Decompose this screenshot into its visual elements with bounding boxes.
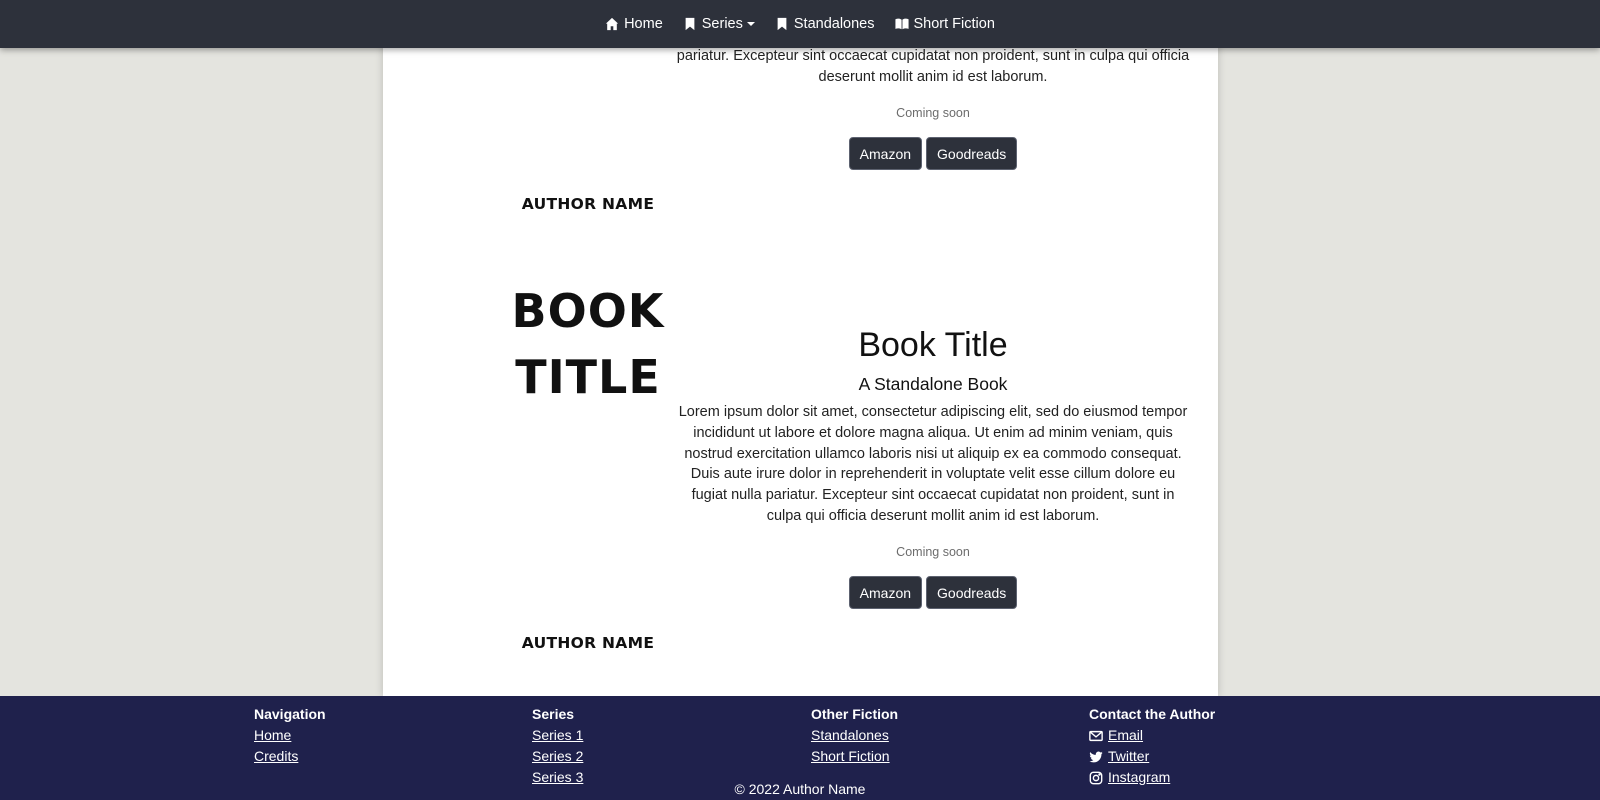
nav-series-dropdown[interactable]: Series bbox=[673, 16, 765, 32]
goodreads-button[interactable]: Goodreads bbox=[926, 137, 1018, 170]
book-2-cover-author: AUTHOR NAME bbox=[521, 634, 655, 652]
amazon-button[interactable]: Amazon bbox=[848, 137, 923, 170]
footer-link-home[interactable]: Home bbox=[254, 725, 326, 746]
copyright-text: © 2022 Author Name bbox=[734, 781, 866, 797]
book-2-status: Coming soon bbox=[896, 545, 970, 559]
book-1-buttons: Amazon Goodreads bbox=[673, 137, 1193, 170]
nav-short-fiction-label: Short Fiction bbox=[913, 16, 995, 32]
footer-heading: Series bbox=[532, 706, 575, 722]
footer-link-email[interactable]: Email bbox=[1108, 725, 1143, 746]
chevron-down-icon bbox=[746, 22, 755, 26]
footer-link-standalones[interactable]: Standalones bbox=[811, 725, 898, 746]
site-footer: Navigation Home Credits Series Series 1 … bbox=[0, 696, 1600, 800]
amazon-button[interactable]: Amazon bbox=[848, 576, 923, 609]
footer-link-credits[interactable]: Credits bbox=[254, 746, 326, 767]
footer-link-twitter[interactable]: Twitter bbox=[1108, 746, 1149, 767]
nav-series-label: Series bbox=[701, 16, 743, 32]
nav-home[interactable]: Home bbox=[595, 16, 673, 32]
nav-standalones[interactable]: Standalones bbox=[765, 16, 885, 32]
goodreads-button[interactable]: Goodreads bbox=[926, 576, 1018, 609]
footer-link-series-1[interactable]: Series 1 bbox=[532, 725, 583, 746]
open-book-icon bbox=[894, 18, 909, 30]
book-1-status: Coming soon bbox=[896, 106, 970, 120]
footer-heading: Contact the Author bbox=[1089, 706, 1216, 722]
book-2-description: Lorem ipsum dolor sit amet, consectetur … bbox=[678, 404, 1188, 524]
book-1-cover-author: AUTHOR NAME bbox=[521, 195, 655, 213]
twitter-icon bbox=[1089, 751, 1103, 762]
envelope-icon bbox=[1089, 730, 1103, 741]
footer-series-column: Series Series 1 Series 2 Series 3 bbox=[532, 704, 583, 788]
book-2-subtitle: A Standalone Book bbox=[858, 374, 1008, 394]
bookmark-icon bbox=[777, 17, 787, 31]
home-icon bbox=[605, 17, 619, 31]
book-2-buttons: Amazon Goodreads bbox=[673, 576, 1193, 609]
top-navbar: Home Series Standalones Short Fiction bbox=[0, 0, 1600, 48]
nav-home-label: Home bbox=[624, 16, 663, 32]
bookmark-icon bbox=[685, 17, 695, 31]
footer-link-series-2[interactable]: Series 2 bbox=[532, 746, 583, 767]
footer-heading: Navigation bbox=[254, 706, 326, 722]
footer-link-short-fiction[interactable]: Short Fiction bbox=[811, 746, 898, 767]
footer-heading: Other Fiction bbox=[811, 706, 899, 722]
book-2-title: Book Title bbox=[858, 326, 1008, 364]
footer-contact-column: Contact the Author Email Twitter Instagr… bbox=[1089, 704, 1215, 788]
content-panel: pariatur. Excepteur sint occaecat cupida… bbox=[383, 0, 1218, 696]
footer-other-fiction-column: Other Fiction Standalones Short Fiction bbox=[811, 704, 898, 767]
nav-standalones-label: Standalones bbox=[793, 16, 875, 32]
nav-short-fiction[interactable]: Short Fiction bbox=[885, 16, 1005, 32]
book-1-description: pariatur. Excepteur sint occaecat cupida… bbox=[676, 48, 1190, 85]
footer-navigation-column: Navigation Home Credits bbox=[254, 704, 326, 767]
